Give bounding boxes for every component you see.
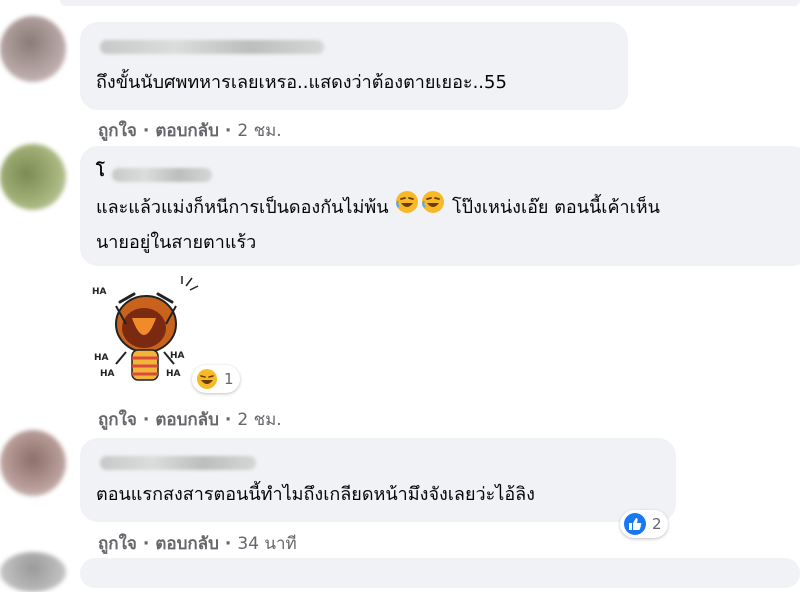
reply-link[interactable]: ตอบกลับ xyxy=(155,121,219,141)
rolling-on-floor-laughing-icon xyxy=(421,190,445,226)
laughing-reaction-icon xyxy=(196,368,218,390)
comment-text: ตอนแรกสงสารตอนนี้ทำไมถึงเกลียดหน้ามึงจัง… xyxy=(96,484,535,505)
like-reaction-icon xyxy=(624,513,646,535)
commenter-name-blurred[interactable] xyxy=(100,40,324,54)
commenter-name-initial[interactable]: โ xyxy=(96,154,105,188)
commenter-name-blurred[interactable] xyxy=(100,456,256,470)
laughing-sticker[interactable]: HA HA HA HA HA xyxy=(86,272,206,392)
sticker-text: HA xyxy=(166,369,181,379)
avatar[interactable] xyxy=(0,144,66,210)
separator: · xyxy=(142,121,150,141)
reaction-summary[interactable]: 2 xyxy=(620,510,668,538)
sticker-text: HA xyxy=(170,351,185,361)
timestamp[interactable]: 2 ชม. xyxy=(237,121,281,141)
commenter-name-blurred[interactable] xyxy=(112,168,212,182)
avatar[interactable] xyxy=(0,552,66,592)
comment-text-part: และแล้วแม่งก็หนีการเป็นดองกันไม่พ้น xyxy=(96,197,389,218)
like-link[interactable]: ถูกใจ xyxy=(98,410,137,430)
separator: · xyxy=(224,121,232,141)
reply-link[interactable]: ตอบกลับ xyxy=(155,410,219,430)
sticker-text: HA xyxy=(94,353,109,363)
comment-actions: ถูกใจ · ตอบกลับ · 34 นาที xyxy=(98,530,297,557)
comment-text-line-1: และแล้วแม่งก็หนีการเป็นดองกันไม่พ้น โป๊ง… xyxy=(96,190,660,226)
separator: · xyxy=(142,410,150,430)
reaction-count: 1 xyxy=(224,370,234,388)
like-link[interactable]: ถูกใจ xyxy=(98,121,137,141)
sticker-text: HA xyxy=(92,287,107,297)
separator: · xyxy=(224,534,232,554)
comment-text: ถึงขั้นนับศพทหารเลยเหรอ..แสดงว่าต้องตายเ… xyxy=(96,72,507,93)
like-link[interactable]: ถูกใจ xyxy=(98,534,137,554)
timestamp[interactable]: 34 นาที xyxy=(237,534,296,554)
avatar[interactable] xyxy=(0,16,66,82)
timestamp[interactable]: 2 ชม. xyxy=(237,410,281,430)
comment-bubble xyxy=(80,558,800,588)
sticker-text: HA xyxy=(100,369,115,379)
reaction-summary[interactable]: 1 xyxy=(192,365,240,393)
reaction-count: 2 xyxy=(652,515,662,533)
reply-link[interactable]: ตอบกลับ xyxy=(155,534,219,554)
comment-text-part: โป๊งเหน่งเอ๊ย ตอนนี้เค้าเห็น xyxy=(451,197,660,218)
separator: · xyxy=(142,534,150,554)
rolling-on-floor-laughing-icon xyxy=(395,190,419,226)
avatar[interactable] xyxy=(0,430,66,496)
separator: · xyxy=(224,410,232,430)
comment-actions: ถูกใจ · ตอบกลับ · 2 ชม. xyxy=(98,406,282,433)
previous-comment-edge xyxy=(60,0,800,6)
comment-text-line-2: นายอยู่ในสายตาแร้ว xyxy=(96,232,257,253)
comment-actions: ถูกใจ · ตอบกลับ · 2 ชม. xyxy=(98,117,282,144)
